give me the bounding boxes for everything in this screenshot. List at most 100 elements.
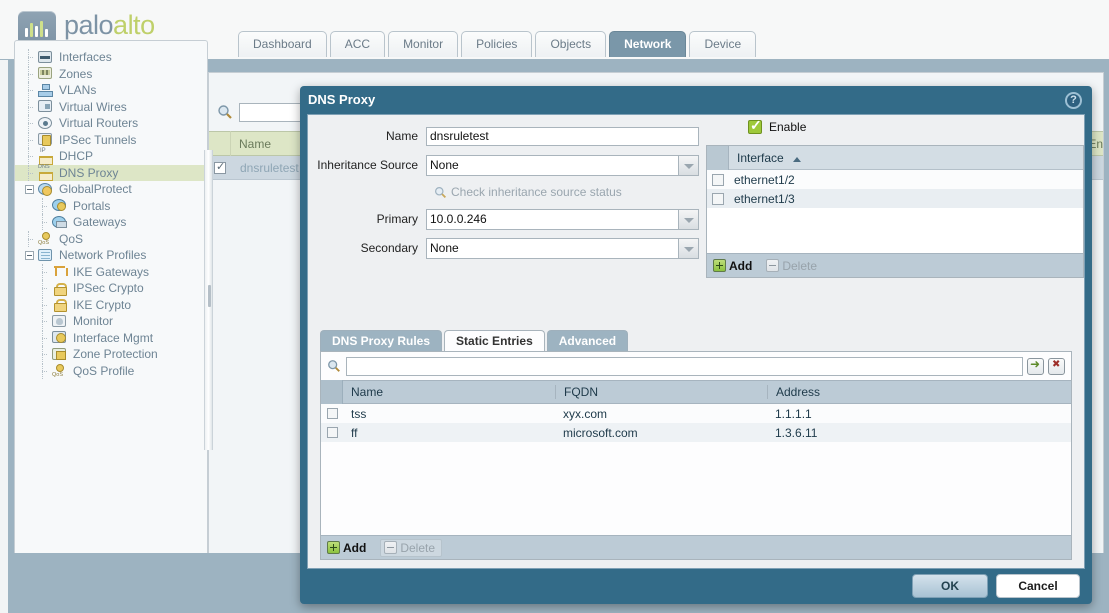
inheritance-source-value: None xyxy=(430,158,459,172)
portals-icon xyxy=(51,198,68,213)
sidebar-item-virtual-wires[interactable]: Virtual Wires xyxy=(15,99,207,116)
collapse-icon[interactable] xyxy=(25,251,34,260)
tree-connector xyxy=(39,330,51,346)
sidebar-item-label: IKE Gateways xyxy=(73,264,149,280)
inheritance-source-select[interactable]: None xyxy=(426,155,699,176)
interface-add-label: Add xyxy=(729,259,752,273)
name-row: Name xyxy=(308,123,708,149)
static-delete-button[interactable]: Delete xyxy=(380,539,442,557)
static-add-label: Add xyxy=(343,541,366,555)
static-column-name[interactable]: Name xyxy=(343,385,555,399)
static-column-fqdn[interactable]: FQDN xyxy=(555,385,767,399)
check-inheritance-link[interactable]: Check inheritance source status xyxy=(308,181,708,203)
sidebar-item-vlans[interactable]: VLANs xyxy=(15,82,207,99)
enable-row: Enable xyxy=(748,120,806,134)
nav-tab-dashboard[interactable]: Dashboard xyxy=(238,31,327,57)
nav-tab-device[interactable]: Device xyxy=(689,31,756,57)
static-entries-search-row xyxy=(321,352,1071,380)
static-add-button[interactable]: Add xyxy=(327,541,366,555)
sidebar-item-label: Zones xyxy=(59,66,92,82)
search-icon xyxy=(217,104,233,120)
sidebar-item-monitor[interactable]: Monitor xyxy=(15,313,207,330)
ike-gateways-icon xyxy=(51,264,68,279)
dialog-tab-dns-proxy-rules[interactable]: DNS Proxy Rules xyxy=(320,330,442,351)
sidebar-item-label: DNS Proxy xyxy=(59,165,118,181)
tree-connector xyxy=(39,363,51,379)
sidebar-item-zones[interactable]: Zones xyxy=(15,66,207,83)
cancel-button[interactable]: Cancel xyxy=(996,574,1080,598)
static-entry-row[interactable]: tssxyx.com1.1.1.1 xyxy=(321,404,1071,423)
sidebar-item-interfaces[interactable]: Interfaces xyxy=(15,49,207,66)
ok-button[interactable]: OK xyxy=(912,574,988,598)
secondary-select[interactable]: None xyxy=(426,238,699,259)
tree-connector xyxy=(25,148,37,164)
interface-row-name: ethernet1/3 xyxy=(734,192,795,206)
panel-splitter[interactable] xyxy=(204,150,213,450)
sidebar-item-dns-proxy[interactable]: DNS Proxy xyxy=(15,165,207,182)
arrow-right-icon[interactable] xyxy=(1027,358,1044,375)
sidebar-item-ipsec-tunnels[interactable]: IPSec Tunnels xyxy=(15,132,207,149)
gateways-icon xyxy=(51,215,68,230)
static-entry-row[interactable]: ffmicrosoft.com1.3.6.11 xyxy=(321,423,1071,442)
interface-row-checkbox[interactable] xyxy=(712,193,724,205)
sidebar-item-zone-protection[interactable]: Zone Protection xyxy=(15,346,207,363)
interface-column-header[interactable]: Interface xyxy=(729,151,801,165)
sidebar-item-ike-gateways[interactable]: IKE Gateways xyxy=(15,264,207,281)
interface-delete-button[interactable]: Delete xyxy=(766,259,817,273)
sidebar-item-dhcp[interactable]: DHCP xyxy=(15,148,207,165)
sidebar-item-ipsec-crypto[interactable]: IPSec Crypto xyxy=(15,280,207,297)
primary-select[interactable]: 10.0.0.246 xyxy=(426,209,699,230)
dialog-tab-static-entries[interactable]: Static Entries xyxy=(444,330,545,351)
static-entries-search-input[interactable] xyxy=(346,357,1023,376)
tree-connector xyxy=(39,214,51,230)
static-row-checkbox[interactable] xyxy=(327,408,338,419)
interface-row-checkbox[interactable] xyxy=(712,174,724,186)
static-column-address[interactable]: Address xyxy=(767,385,1071,399)
sidebar-item-label: IKE Crypto xyxy=(73,297,131,313)
dialog-tabs: DNS Proxy RulesStatic EntriesAdvanced xyxy=(320,330,630,351)
nav-tab-network[interactable]: Network xyxy=(609,31,686,57)
interface-table-header: Interface xyxy=(707,146,1083,170)
sidebar-item-virtual-routers[interactable]: Virtual Routers xyxy=(15,115,207,132)
main-nav-tabs: DashboardACCMonitorPoliciesObjectsNetwor… xyxy=(238,31,759,57)
sidebar-item-label: IPSec Crypto xyxy=(73,280,144,296)
chevron-down-icon xyxy=(678,156,698,175)
sidebar-item-network-profiles[interactable]: Network Profiles xyxy=(15,247,207,264)
row-checkbox[interactable] xyxy=(214,162,226,174)
interface-row[interactable]: ethernet1/2 xyxy=(707,170,1083,189)
sidebar-item-label: DHCP xyxy=(59,148,93,164)
dialog-tab-advanced[interactable]: Advanced xyxy=(547,330,628,351)
content-column-name[interactable]: Name xyxy=(231,137,271,151)
static-row-checkbox[interactable] xyxy=(327,427,338,438)
collapse-icon[interactable] xyxy=(25,185,34,194)
static-row-address: 1.3.6.11 xyxy=(767,426,1071,440)
row-name: dnsruletest xyxy=(240,161,299,175)
sidebar-item-qos-profile[interactable]: QoS Profile xyxy=(15,363,207,380)
qos-icon xyxy=(37,231,54,246)
enable-checkbox[interactable] xyxy=(748,120,762,134)
interface-column-label: Interface xyxy=(737,151,784,165)
sidebar-item-gateways[interactable]: Gateways xyxy=(15,214,207,231)
nav-tab-policies[interactable]: Policies xyxy=(461,31,532,57)
sidebar-item-globalprotect[interactable]: GlobalProtect xyxy=(15,181,207,198)
interface-delete-label: Delete xyxy=(782,259,817,273)
tree-connector xyxy=(39,198,51,214)
sidebar-item-portals[interactable]: Portals xyxy=(15,198,207,215)
nav-tab-monitor[interactable]: Monitor xyxy=(388,31,458,57)
static-row-name: tss xyxy=(343,407,555,421)
plus-icon xyxy=(713,259,726,272)
name-input[interactable] xyxy=(426,127,699,146)
static-delete-label: Delete xyxy=(400,541,435,555)
sidebar-item-interface-mgmt[interactable]: Interface Mgmt xyxy=(15,330,207,347)
interface-row[interactable]: ethernet1/3 xyxy=(707,189,1083,208)
sidebar-item-qos[interactable]: QoS xyxy=(15,231,207,248)
sidebar-item-ike-crypto[interactable]: IKE Crypto xyxy=(15,297,207,314)
sidebar-item-label: Gateways xyxy=(73,214,126,230)
interface-add-button[interactable]: Add xyxy=(713,259,752,273)
static-entries-panel: Name FQDN Address tssxyx.com1.1.1.1ffmic… xyxy=(320,351,1072,560)
clear-x-icon[interactable] xyxy=(1048,358,1065,375)
nav-tab-acc[interactable]: ACC xyxy=(330,31,385,57)
tree-connector xyxy=(39,264,51,280)
help-icon[interactable]: ? xyxy=(1065,92,1082,109)
nav-tab-objects[interactable]: Objects xyxy=(535,31,606,57)
